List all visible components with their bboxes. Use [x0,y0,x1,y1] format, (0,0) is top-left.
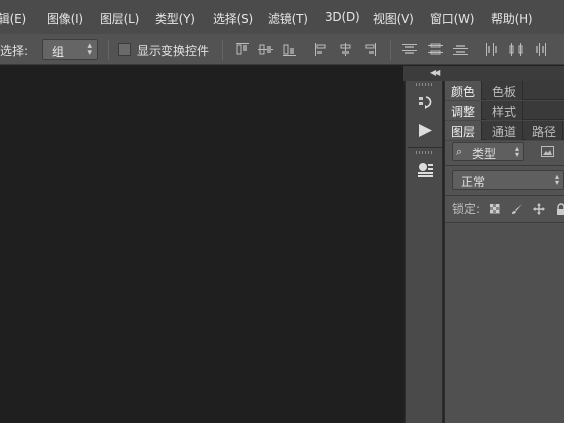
menu-type[interactable]: 类型(Y) [155,10,195,27]
align-top-icon[interactable] [235,43,250,56]
distribute-bottom-icon[interactable] [453,43,468,56]
updown-arrow-icon: ▴ ▾ [87,41,92,58]
align-left-icon[interactable] [314,43,329,56]
search-icon: ⌕ [456,145,463,158]
auto-select-value: 组 [52,45,65,59]
show-transform-checkbox[interactable] [118,43,131,56]
separator [390,40,391,60]
distribute-left-icon[interactable] [485,43,500,56]
distribute-right-icon[interactable] [533,43,548,56]
menu-help[interactable]: 帮助(H) [491,10,533,27]
align-vcenter-icon[interactable] [258,43,273,56]
layers-list-area[interactable] [445,224,564,423]
tab-adjustments[interactable]: 调整 [445,101,483,120]
document-canvas[interactable] [0,66,403,423]
color-panel-tabs: 颜色 色板 [445,81,564,100]
panel-strip-header [403,66,564,81]
align-right-icon[interactable] [362,43,377,56]
collapse-panels-icon[interactable]: ◀◀ [430,68,440,77]
distribute-hcenter-icon[interactable] [509,43,524,56]
menu-3d[interactable]: 3D(D) [325,10,360,24]
separator [222,40,223,60]
menu-filter[interactable]: 滤镜(T) [268,10,308,27]
dock-grip[interactable] [416,151,434,154]
tab-paths[interactable]: 路径 [526,121,564,140]
align-bottom-icon[interactable] [282,43,297,56]
tab-color[interactable]: 颜色 [445,81,483,100]
divider [444,195,564,196]
lock-transparent-icon[interactable] [489,203,501,215]
menu-window[interactable]: 窗口(W) [430,10,474,27]
auto-select-label: 选择: [0,44,29,58]
tab-styles[interactable]: 样式 [486,101,524,120]
distribute-vcenter-icon[interactable] [428,43,443,56]
menu-select[interactable]: 选择(S) [213,10,253,27]
updown-arrow-icon: ▴ ▾ [514,144,519,159]
play-action-icon[interactable] [417,122,434,139]
dock-divider [408,147,442,148]
dock-grip[interactable] [416,83,434,86]
tab-layers[interactable]: 图层 [445,121,483,140]
separator [108,40,109,60]
menu-edit[interactable]: 编辑(E) [0,10,26,27]
lock-move-icon[interactable] [533,203,545,215]
options-bar: 选择: 组 ▴ ▾ 显示变换控件 [0,34,564,65]
properties-icon[interactable] [417,161,434,178]
tab-swatches[interactable]: 色板 [486,81,524,100]
adjustments-panel-tabs: 调整 样式 [445,101,564,120]
lock-brush-icon[interactable] [511,203,523,215]
layer-filter-dropdown[interactable]: ⌕ 类型 ▴ ▾ [452,142,524,161]
distribute-top-icon[interactable] [402,43,417,56]
show-transform-label: 显示变换控件 [137,44,210,58]
align-hcenter-icon[interactable] [338,43,353,56]
layers-panel-tabs: 图层 通道 路径 [445,121,564,140]
blend-mode-dropdown[interactable]: 正常 ▴ ▾ [452,170,564,190]
tab-channels[interactable]: 通道 [486,121,524,140]
collapsed-panel-dock [405,81,443,423]
auto-select-dropdown[interactable]: 组 ▴ ▾ [42,39,98,60]
updown-arrow-icon: ▴ ▾ [554,172,559,187]
menu-layer[interactable]: 图层(L) [100,10,139,27]
menu-bar: 编辑(E) 图像(I) 图层(L) 类型(Y) 选择(S) 滤镜(T) 3D(D… [0,0,564,34]
menu-view[interactable]: 视图(V) [373,10,414,27]
blend-mode-value: 正常 [461,175,486,189]
image-filter-icon[interactable] [541,146,554,157]
layer-filter-value: 类型 [472,147,497,161]
divider [444,222,564,223]
lock-all-icon[interactable] [555,203,564,215]
history-icon[interactable] [417,94,434,111]
lock-label: 锁定: [452,202,481,216]
divider [444,165,564,166]
menu-image[interactable]: 图像(I) [47,10,83,27]
